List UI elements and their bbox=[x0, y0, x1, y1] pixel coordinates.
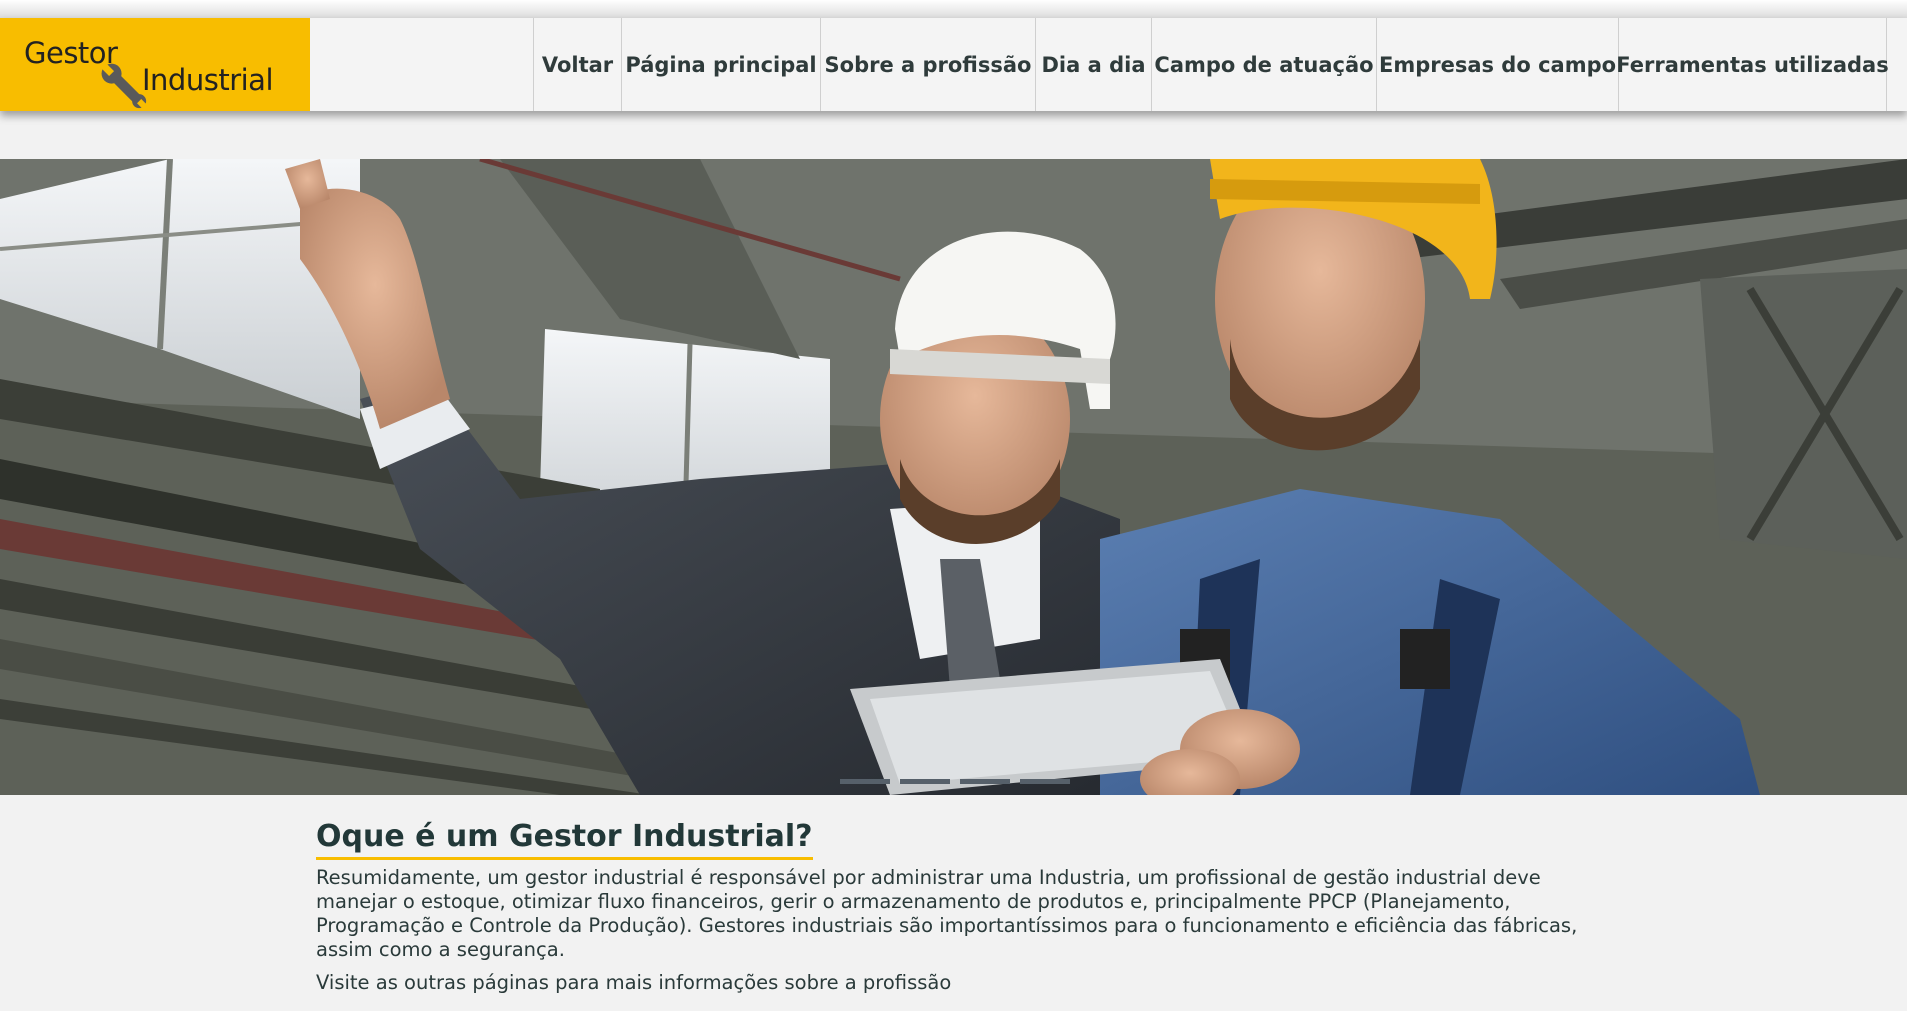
hero-banner bbox=[0, 159, 1907, 795]
main-menu: Voltar Página principal Sobre a profissã… bbox=[533, 18, 1889, 111]
nav-item-sobre-a-profissao[interactable]: Sobre a profissão bbox=[820, 18, 1035, 111]
nav-item-empresas-do-campo[interactable]: Empresas do campo bbox=[1376, 18, 1618, 111]
nav-item-campo-de-atuacao[interactable]: Campo de atuação bbox=[1151, 18, 1376, 111]
navbar: Gestor Industrial Voltar Página principa… bbox=[0, 18, 1907, 111]
nav-item-pagina-principal[interactable]: Página principal bbox=[621, 18, 820, 111]
main-content: Oque é um Gestor Industrial? Resumidamen… bbox=[316, 818, 1616, 995]
page-title: Oque é um Gestor Industrial? bbox=[316, 818, 813, 860]
intro-paragraph: Resumidamente, um gestor industrial é re… bbox=[316, 866, 1578, 961]
nav-item-ferramentas-utilizadas[interactable]: Ferramentas utilizadas bbox=[1616, 18, 1889, 111]
logo-text-line2: Industrial bbox=[142, 63, 274, 97]
window-top-strip bbox=[0, 0, 1907, 20]
hero-photo bbox=[0, 159, 1907, 795]
site-logo[interactable]: Gestor Industrial bbox=[0, 18, 310, 111]
nav-item-voltar[interactable]: Voltar bbox=[533, 18, 621, 111]
nav-item-dia-a-dia[interactable]: Dia a dia bbox=[1035, 18, 1151, 111]
visit-other-pages-text: Visite as outras páginas para mais infor… bbox=[316, 971, 952, 994]
